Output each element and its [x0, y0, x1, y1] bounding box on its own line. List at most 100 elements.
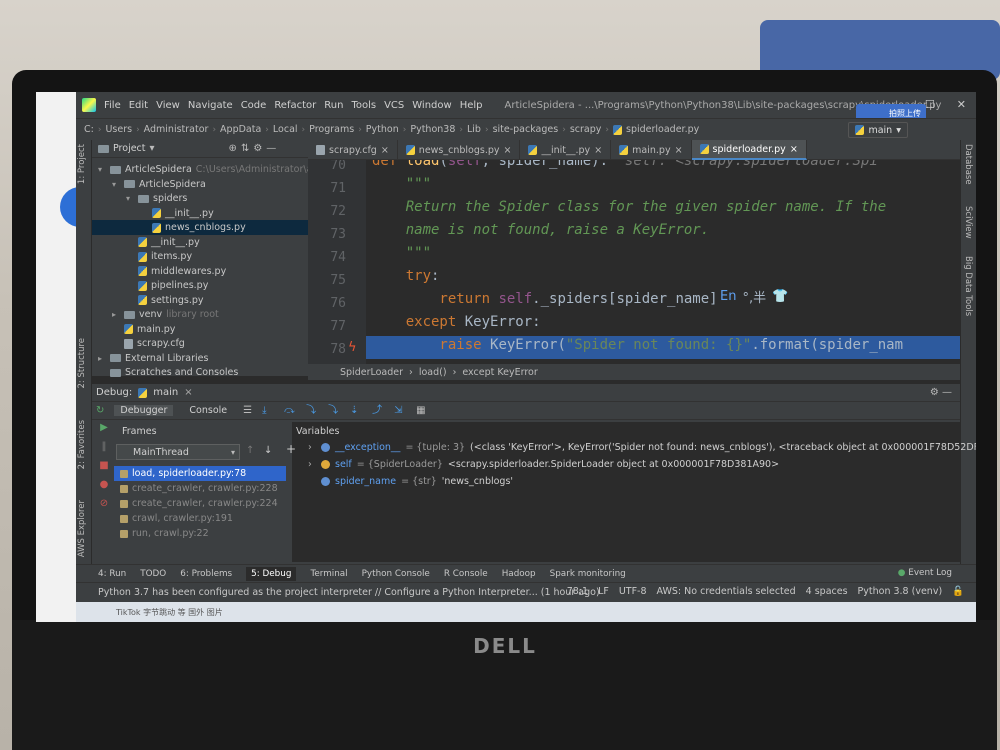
line-number[interactable]: 77 [318, 319, 346, 334]
close-icon[interactable]: × [381, 145, 389, 156]
status-message[interactable]: Python 3.7 has been configured as the pr… [98, 587, 600, 598]
tool-tab-big-data-tools[interactable]: Big Data Tools [963, 256, 973, 316]
force-step-into-icon[interactable]: ⇣ [350, 405, 362, 416]
ime-language[interactable]: En [720, 289, 736, 304]
breakpoint-lightning-icon[interactable]: ϟ [348, 340, 357, 355]
variable-row[interactable]: › self = {SpiderLoader} <scrapy.spiderloade… [308, 457, 779, 472]
menu-vcs[interactable]: VCS [384, 100, 404, 111]
tree-item[interactable]: Scratches and Consoles [98, 365, 242, 380]
line-number[interactable]: 78 [318, 342, 346, 357]
globe-icon[interactable]: ⊕ [229, 143, 237, 154]
breadcrumb-item[interactable]: spiderloader.py [626, 124, 699, 135]
step-out-icon[interactable]: ⤴ [372, 405, 384, 416]
menu-file[interactable]: File [104, 100, 121, 111]
menu-help[interactable]: Help [460, 100, 483, 111]
tree-item[interactable]: items.py [126, 249, 196, 264]
menu-view[interactable]: View [156, 100, 180, 111]
tree-item[interactable]: ▾ ArticleSpidera [112, 177, 210, 192]
breadcrumb-item[interactable]: site-packages [493, 124, 559, 135]
breadcrumb-item[interactable]: Local [273, 124, 298, 135]
step-into-my-code-icon[interactable]: ⤵ [328, 405, 340, 416]
tool-tab-problems[interactable]: 6: Problems [180, 569, 232, 579]
close-icon[interactable]: × [504, 145, 512, 156]
mute-breakpoints-icon[interactable]: ⊘ [100, 498, 108, 509]
chevron-right-icon[interactable]: › [308, 442, 316, 453]
line-number[interactable]: 76 [318, 296, 346, 311]
breadcrumb-item[interactable]: Administrator [144, 124, 209, 135]
aws-credentials[interactable]: AWS: No credentials selected [657, 586, 796, 597]
tree-item[interactable]: settings.py [126, 293, 208, 308]
frame-up-icon[interactable]: ↑ [246, 445, 254, 456]
breadcrumb-item[interactable]: C: [84, 124, 94, 135]
code-line[interactable]: def load(self, spider_name): self: <scra… [372, 160, 878, 173]
stack-frame[interactable]: create_crawler, crawler.py:224 [114, 496, 286, 511]
breadcrumb-item[interactable]: Lib [467, 124, 481, 135]
tree-item[interactable]: main.py [112, 322, 179, 337]
menu-window[interactable]: Window [412, 100, 451, 111]
code-editor[interactable]: 70 71 72 73 74 75 76 77 78 def load(self, spider… [308, 160, 960, 364]
line-separator[interactable]: LF [598, 586, 609, 597]
project-panel-title[interactable]: Project [113, 143, 146, 154]
resume-icon[interactable]: ▶ [100, 422, 108, 433]
chevron-right-icon[interactable]: › [308, 459, 316, 470]
menu-lines-icon[interactable]: ☰ [243, 405, 252, 416]
tool-tab-terminal[interactable]: Terminal [310, 569, 347, 579]
breadcrumb-item[interactable]: Python38 [410, 124, 455, 135]
collapse-icon[interactable]: ⇅ [241, 143, 249, 154]
breadcrumb-item[interactable]: AppData [220, 124, 261, 135]
close-icon[interactable]: × [184, 387, 192, 398]
gear-icon[interactable]: ⚙ [253, 143, 262, 154]
code-line[interactable]: """ [372, 173, 431, 196]
tree-item[interactable]: ▸ venv library root [112, 307, 219, 322]
code-line[interactable]: except KeyError: [372, 311, 541, 334]
tree-item[interactable]: ▾ spiders [126, 191, 191, 206]
indent-setting[interactable]: 4 spaces [806, 586, 848, 597]
maximize-icon[interactable]: ☐ [925, 98, 935, 111]
run-to-cursor-icon[interactable]: ⇲ [394, 405, 406, 416]
pause-icon[interactable]: ‖ [102, 441, 107, 452]
breadcrumb-item[interactable]: Programs [309, 124, 354, 135]
run-config-selector[interactable]: main ▾ [848, 122, 908, 138]
thread-selector[interactable]: MainThread ▾ [116, 444, 240, 460]
tool-tab-aws-explorer[interactable]: AWS Explorer [77, 500, 87, 557]
gear-icon[interactable]: ⚙ — [930, 387, 952, 398]
show-execution-point-icon[interactable]: ⤓ [262, 405, 274, 416]
code-line[interactable]: name is not found, raise a KeyError. [372, 219, 709, 242]
tool-tab-run[interactable]: 4: Run [98, 569, 126, 579]
cursor-position[interactable]: 78:1 [567, 586, 588, 597]
shirt-icon[interactable]: 👕 [772, 289, 788, 304]
editor-crumb[interactable]: load() [419, 367, 447, 378]
code-line[interactable]: Return the Spider class for the given sp… [372, 196, 886, 219]
tab-spiderloader[interactable]: spiderloader.py × [691, 140, 807, 160]
menu-tools[interactable]: Tools [351, 100, 376, 111]
tool-tab-project[interactable]: 1: Project [77, 144, 87, 184]
view-breakpoints-icon[interactable]: ● [100, 479, 109, 490]
tool-tab-debug[interactable]: 5: Debug [246, 566, 297, 581]
tab-main[interactable]: main.py × [611, 140, 692, 160]
line-number[interactable]: 72 [318, 204, 346, 219]
variable-row[interactable]: › __exception__ = {tuple: 3} (<class 'KeyEr… [308, 440, 976, 455]
editor-crumb[interactable]: SpiderLoader [340, 367, 403, 378]
event-log-button[interactable]: ● Event Log [898, 568, 952, 578]
menu-refactor[interactable]: Refactor [274, 100, 316, 111]
breadcrumb-item[interactable]: Python [366, 124, 399, 135]
tool-tab-todo[interactable]: TODO [140, 569, 166, 579]
line-number[interactable]: 73 [318, 227, 346, 242]
chevron-right-icon[interactable]: ▸ [98, 354, 106, 363]
rerun-icon[interactable]: ↻ [96, 405, 104, 416]
menu-navigate[interactable]: Navigate [188, 100, 233, 111]
stop-icon[interactable]: ■ [99, 460, 108, 471]
menu-edit[interactable]: Edit [129, 100, 148, 111]
ime-options[interactable]: °,半 [742, 287, 766, 306]
step-over-icon[interactable]: ⤼ [284, 405, 296, 416]
add-watch-icon[interactable]: + [286, 442, 296, 456]
ime-toolbar[interactable]: En °,半 👕 [716, 286, 793, 306]
tree-item[interactable]: scrapy.cfg [112, 336, 189, 351]
editor-crumb[interactable]: except KeyError [462, 367, 537, 378]
file-encoding[interactable]: UTF-8 [619, 586, 647, 597]
tool-tab-sciview[interactable]: SciView [963, 206, 973, 239]
chevron-right-icon[interactable]: ▸ [112, 310, 120, 319]
tree-item[interactable]: __init__.py [126, 235, 204, 250]
breadcrumb-item[interactable]: scrapy [570, 124, 602, 135]
tool-tab-favorites[interactable]: 2: Favorites [77, 420, 87, 469]
